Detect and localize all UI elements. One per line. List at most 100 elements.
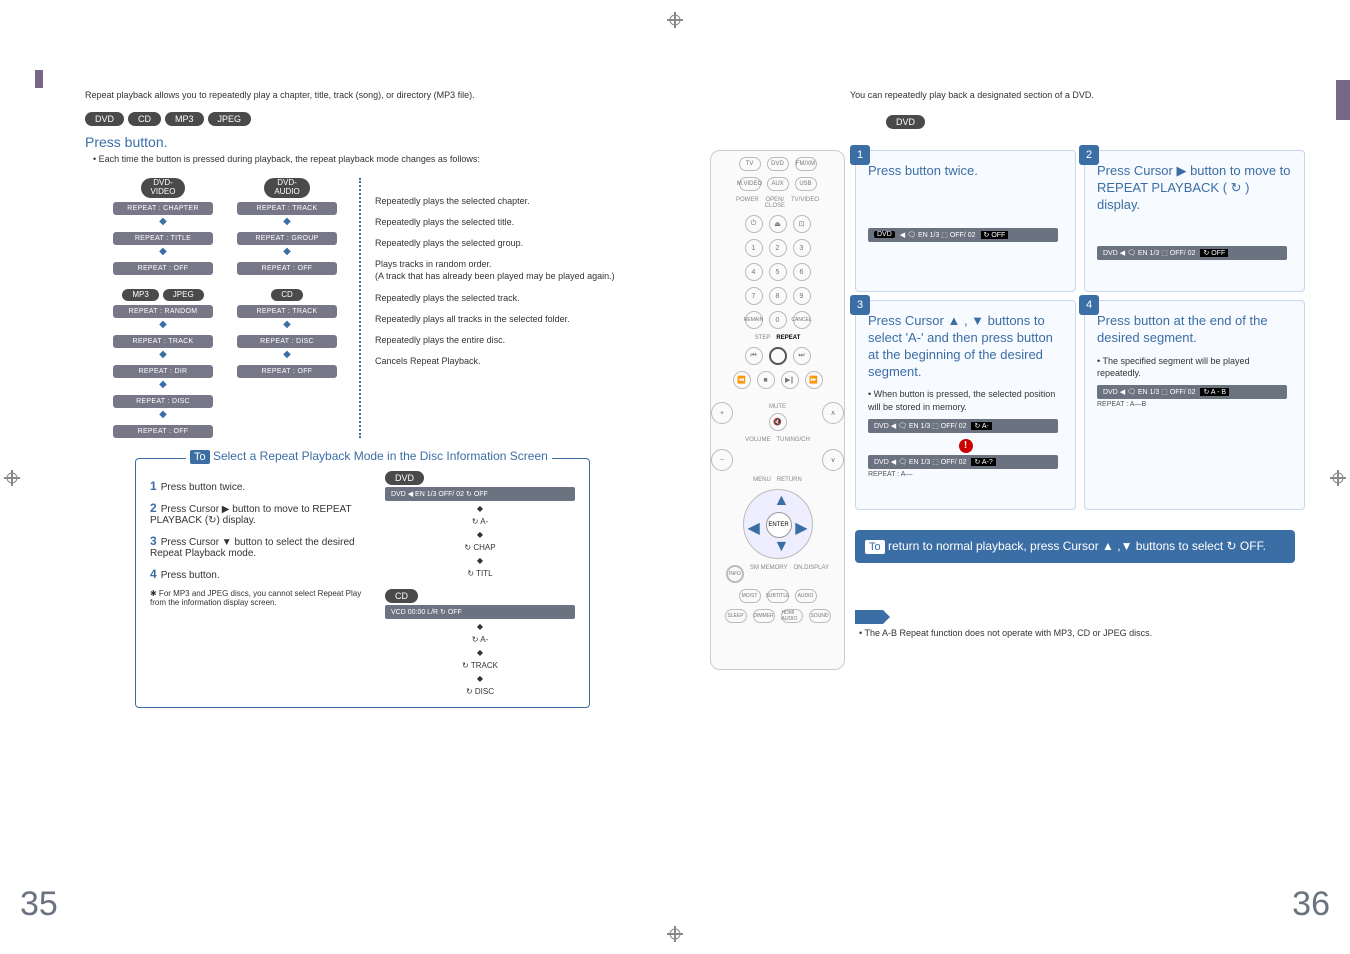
remote-btn-voldn[interactable]: − [711,449,733,471]
step-number: 1 [850,145,870,165]
remote-btn-chdn[interactable]: ∨ [822,449,844,471]
remote-btn[interactable]: DIMMER [753,609,775,623]
mini-arrow: ◆ [477,530,483,539]
remote-btn-info[interactable]: INFO [726,565,744,583]
remote-btn[interactable]: SOUND [809,609,831,623]
remote-btn[interactable]: MO/ST [739,589,761,603]
step-3: 3Press Cursor ▼ button to select the des… [150,534,365,559]
cell-2: 2 Press Cursor ▶ button to move to REPEA… [1084,150,1305,292]
step-text: Press Cursor ▶ button to move to REPEAT … [150,504,351,526]
dpad-right-icon[interactable]: ▶ [795,518,807,538]
state: REPEAT : DIR [113,365,213,378]
inset-title-text: Select a Repeat Playback Mode in the Dis… [210,449,548,463]
remote-num[interactable]: 5 [769,263,787,281]
remote-num[interactable]: 9 [793,287,811,305]
remote-num[interactable]: REMAIN [745,311,763,329]
badge-cd-inset: CD [385,589,418,603]
flow-area: DVD- VIDEO REPEAT : CHAPTER ◆ REPEAT : T… [101,178,640,438]
flow-col-1: DVD- VIDEO REPEAT : CHAPTER ◆ REPEAT : T… [101,178,225,438]
state: REPEAT : TRACK [237,305,337,318]
note-text: • The A-B Repeat function does not opera… [859,628,1315,638]
remote-btn-rew[interactable]: ⏪ [733,371,751,389]
mini-arrow: ◆ [477,674,483,683]
remote-btn-mvideo[interactable]: M.VIDEO [739,177,761,191]
remote-num[interactable]: 2 [769,239,787,257]
desc-cancel: Cancels Repeat Playback. [375,356,615,366]
arrow-down-icon: ◆ [159,216,167,227]
tag-dvd-video: DVD- VIDEO [141,178,186,198]
remote-btn-fmxm[interactable]: FM/XM [795,157,817,171]
cell-heading: Press button twice. [868,163,1063,180]
remote-label-volume: VOLUME [745,437,770,443]
remote-btn-power[interactable]: ⏻ [745,215,763,233]
remote-num[interactable]: 1 [745,239,763,257]
remote-num[interactable]: 7 [745,287,763,305]
remote-control: TVDVDFM/XM M.VIDEOAUXUSB POWEROPEN/ CLOS… [710,150,845,670]
step-grid: 1 Press button twice. DVDDVD ◀ EN 1/3 OF… [855,150,1305,510]
remote-btn-aux[interactable]: AUX [767,177,789,191]
remote-btn-volup[interactable]: + [711,402,733,424]
remote-btn-enter[interactable]: ENTER [766,512,792,538]
remote-btn-eject[interactable]: ⏏ [769,215,787,233]
dpad-up-icon[interactable]: ▲ [774,492,790,510]
remote-btn-prev[interactable]: ⏮ [745,347,763,365]
dpad-left-icon[interactable]: ◀ [748,518,760,538]
right-intro: You can repeatedly play back a designate… [850,90,1315,100]
cell-4: 4 Press button at the end of the desired… [1084,300,1305,510]
seq: ↻ CHAP [464,543,495,552]
tag-dvd-audio: DVD- AUDIO [264,178,309,198]
arrow-down-icon: ◆ [159,379,167,390]
seq: ↻ TITL [467,569,492,578]
remote-btn[interactable]: AUDIO [795,589,817,603]
press-heading: Press button. [85,134,640,150]
remote-btn-chup[interactable]: ∧ [822,402,844,424]
remote-num[interactable]: CANCEL [793,311,811,329]
remote-num[interactable]: 0 [769,311,787,329]
inset-right: DVD DVD ◀ EN 1/3 OFF/ 02 ↻ OFF ◆ ↻ A- ◆ … [385,471,575,697]
remote-btn-tv[interactable]: TV [739,157,761,171]
remote-num[interactable]: 4 [745,263,763,281]
remote-btn-stop[interactable]: ■ [757,371,775,389]
remote-num[interactable]: 8 [769,287,787,305]
left-intro: Repeat playback allows you to repeatedly… [85,90,640,100]
remote-num[interactable]: 6 [793,263,811,281]
remote-num[interactable]: 3 [793,239,811,257]
arrow-down-icon: ◆ [159,349,167,360]
repeat-label: REPEAT : A— [868,471,1063,478]
state: REPEAT : CHAPTER [113,202,213,215]
remote-btn-next[interactable]: ⏭ [793,347,811,365]
arrow-down-icon: ◆ [283,246,291,257]
arrow-down-icon: ◆ [159,409,167,420]
remote-label-repeat: REPEAT [776,335,800,341]
remote-btn-repeat[interactable] [769,347,787,365]
desc-folder: Repeatedly plays all tracks in the selec… [375,314,615,324]
press-note: • Each time the button is pressed during… [93,154,640,164]
step-4: 4Press button. [150,567,365,581]
remote-btn-play[interactable]: ▶∥ [781,371,799,389]
desc-spine: Repeatedly plays the selected chapter. R… [359,178,615,438]
tag-jpeg: JPEG [163,289,204,302]
remote-label-tuning: TUNING/CH [777,437,810,443]
remote-btn-tvvideo[interactable]: ⊡ [793,215,811,233]
desc-chapter: Repeatedly plays the selected chapter. [375,196,615,206]
remote-label-openclose: OPEN/ CLOSE [765,197,785,209]
remote-btn[interactable]: SUBTITLE [767,589,789,603]
remote-btn[interactable]: HDMI AUDIO [781,609,803,623]
dpad-down-icon[interactable]: ▼ [774,538,790,556]
osd-bar: DVD ◀ 🗨 EN 1/3 ⬚ OFF/ 02 ↻ A-? [868,455,1058,469]
osd-text: VCD 00:00 L/R ↻ OFF [391,608,462,616]
remote-btn-dvd[interactable]: DVD [767,157,789,171]
step-1: 1Press button twice. [150,479,365,493]
remote-btn-mute[interactable]: 🔇 [769,413,787,431]
page-number-left: 35 [20,885,58,924]
arrow-down-icon: ◆ [283,216,291,227]
seq: ↻ DISC [466,687,494,696]
state: REPEAT : TRACK [237,202,337,215]
warn-icon: ! [959,439,973,453]
remote-btn[interactable]: SLEEP [725,609,747,623]
remote-btn-ff[interactable]: ⏩ [805,371,823,389]
left-tab [35,70,43,88]
remote-btn-usb[interactable]: USB [795,177,817,191]
remote-label-step: STEP [755,335,771,341]
remote-dpad[interactable]: ▲ ▼ ◀ ▶ ENTER [743,489,813,559]
